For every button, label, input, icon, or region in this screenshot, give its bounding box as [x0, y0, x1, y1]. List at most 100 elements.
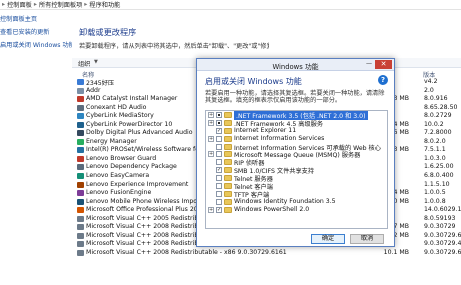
- program-version: 9.0.30729.6161: [424, 248, 461, 256]
- page-description: 若要卸载程序，请从列表中将其选中，然后单击"卸载"、"更改"或"修复"。: [79, 43, 269, 50]
- feature-row[interactable]: ✓ Internet Explorer 11: [206, 127, 387, 135]
- program-row[interactable]: Microsoft Visual C++ 2008 Redistributabl…: [72, 249, 461, 258]
- program-name: Lenovo Experience Improvement: [86, 180, 189, 188]
- feature-tree[interactable]: + .NET Framework 3.5 (包括 .NET 2.0 和 3.0) +…: [205, 110, 388, 229]
- program-version: 8.0.2729: [424, 112, 452, 120]
- chevron-right-icon: ▸: [2, 1, 6, 8]
- feature-checkbox[interactable]: [216, 143, 222, 150]
- feature-row[interactable]: ✓ SMB 1.0/CIFS 文件共享支持: [206, 166, 387, 175]
- program-version: 1.0.3.0: [424, 154, 446, 162]
- chevron-down-icon[interactable]: ▼: [94, 59, 98, 65]
- folder-icon: [224, 175, 232, 182]
- folder-icon: [224, 127, 232, 134]
- program-icon: [77, 147, 84, 154]
- program-icon: [77, 181, 84, 188]
- folder-icon: [224, 135, 232, 142]
- breadcrumb-all-items[interactable]: 所有控制面板项: [39, 0, 82, 9]
- program-icon: [77, 164, 84, 171]
- breadcrumb-programs[interactable]: 程序和功能: [89, 0, 120, 9]
- feature-row[interactable]: + ✓ Windows PowerShell 2.0: [206, 206, 387, 214]
- folder-icon: [224, 159, 232, 166]
- feature-label: Internet Information Services: [234, 134, 325, 142]
- dialog-description: 若要启用一种功能，请选择其复选框。若要关闭一种功能，请清除其复选框。填充的框表示…: [205, 90, 385, 105]
- feature-checkbox[interactable]: [216, 135, 222, 142]
- program-version: 9.0.30729.4148: [424, 240, 461, 248]
- program-version: 2.0: [424, 86, 434, 94]
- program-version: 8.0.59193: [424, 214, 456, 222]
- minimize-icon[interactable]: —: [364, 60, 374, 69]
- windows-features-dialog: Windows 功能 — ✕ 启用或关闭 Windows 功能 ? 若要启用一种…: [196, 58, 395, 247]
- program-version: 1.0.0.8: [424, 197, 446, 205]
- program-name: Lenovo Dependency Package: [86, 163, 177, 171]
- feature-row[interactable]: Telnet 服务器: [206, 174, 387, 183]
- program-name: Lenovo EasyCamera: [86, 172, 150, 180]
- feature-checkbox[interactable]: ✓: [216, 167, 222, 174]
- program-version: 8.0.916: [424, 95, 448, 103]
- expand-icon[interactable]: +: [208, 119, 214, 126]
- expand-icon[interactable]: +: [208, 151, 214, 158]
- folder-icon: [224, 206, 232, 213]
- folder-icon: [224, 119, 232, 126]
- cancel-button[interactable]: 取消: [350, 234, 384, 244]
- feature-row[interactable]: Telnet 客户端: [206, 182, 387, 191]
- ok-button[interactable]: 确定: [311, 234, 345, 244]
- feature-row[interactable]: Internet Information Services 可承载的 Web 核…: [206, 143, 387, 152]
- program-icon: [77, 96, 84, 103]
- feature-checkbox[interactable]: [216, 175, 222, 182]
- program-icon: [77, 87, 84, 94]
- dialog-titlebar[interactable]: Windows 功能 — ✕: [197, 59, 394, 71]
- breadcrumb-control-panel[interactable]: 控制面板: [7, 0, 32, 9]
- sidebar-link-home[interactable]: 控制面板主页: [0, 14, 72, 23]
- program-name: Addr: [86, 86, 101, 94]
- feature-row[interactable]: + Internet Information Services: [206, 135, 387, 143]
- program-version: 1.1.5.10: [424, 180, 450, 188]
- program-icon: [77, 215, 84, 222]
- feature-checkbox[interactable]: [216, 198, 222, 205]
- program-version: 8.65.28.50: [424, 103, 458, 111]
- feature-label: Windows Identity Foundation 3.5: [234, 197, 336, 205]
- expand-icon[interactable]: +: [208, 206, 214, 213]
- folder-icon: [224, 143, 232, 150]
- organize-button[interactable]: 组织: [78, 59, 90, 68]
- feature-row[interactable]: TFTP 客户端: [206, 190, 387, 199]
- program-name: CyberLink PowerDirector 10: [86, 120, 173, 128]
- feature-checkbox[interactable]: [216, 119, 222, 126]
- close-icon[interactable]: ✕: [375, 60, 392, 69]
- folder-icon: [224, 151, 232, 158]
- program-version: 9.0.30729.6161: [424, 231, 461, 239]
- feature-row[interactable]: + .NET Framework 4.5 高级服务: [206, 119, 387, 128]
- address-bar[interactable]: ▸ 控制面板 ▸ 所有控制面板项 ▸ 程序和功能: [0, 0, 461, 10]
- program-icon: [77, 104, 84, 111]
- program-size: 10.1 MB: [383, 248, 409, 256]
- program-name: Lenovo FusionEngine: [86, 189, 152, 197]
- help-icon[interactable]: ?: [378, 75, 388, 85]
- feature-row[interactable]: + .NET Framework 3.5 (包括 .NET 2.0 和 3.0): [206, 111, 387, 120]
- sidebar-link-updates[interactable]: 查看已安装的更新: [0, 27, 72, 36]
- feature-checkbox[interactable]: ✓: [216, 206, 222, 213]
- program-icon: [77, 121, 84, 128]
- feature-checkbox[interactable]: [216, 151, 222, 158]
- program-icon: [77, 224, 84, 231]
- feature-row[interactable]: RIP 侦听器: [206, 158, 387, 167]
- expand-icon[interactable]: +: [208, 135, 214, 142]
- program-icon: [77, 173, 84, 180]
- sidebar-link-windows-features[interactable]: 启用或关闭 Windows 功能: [0, 40, 72, 49]
- feature-checkbox[interactable]: ✓: [216, 127, 222, 134]
- program-icon: [77, 130, 84, 137]
- program-version: 7.2.8000: [424, 129, 452, 137]
- program-name: Lenovo Mobile Phone Wireless Import: [86, 197, 203, 205]
- expand-icon[interactable]: +: [208, 112, 214, 118]
- folder-icon: [224, 112, 232, 118]
- page-title: 卸载或更改程序: [79, 27, 137, 37]
- feature-row[interactable]: + Microsoft Message Queue (MSMQ) 服务器: [206, 150, 387, 159]
- feature-checkbox[interactable]: [216, 190, 222, 197]
- program-version: 14.0.6029.1000: [424, 206, 461, 214]
- feature-checkbox[interactable]: [216, 183, 222, 190]
- sidebar: 控制面板主页 查看已安装的更新 启用或关闭 Windows 功能: [0, 14, 72, 74]
- feature-row[interactable]: Windows Identity Foundation 3.5: [206, 198, 387, 206]
- feature-checkbox[interactable]: [216, 159, 222, 166]
- folder-icon: [224, 190, 232, 197]
- program-icon: [77, 232, 84, 239]
- feature-checkbox[interactable]: [216, 112, 222, 118]
- program-version: 7.5.1.1: [424, 146, 446, 154]
